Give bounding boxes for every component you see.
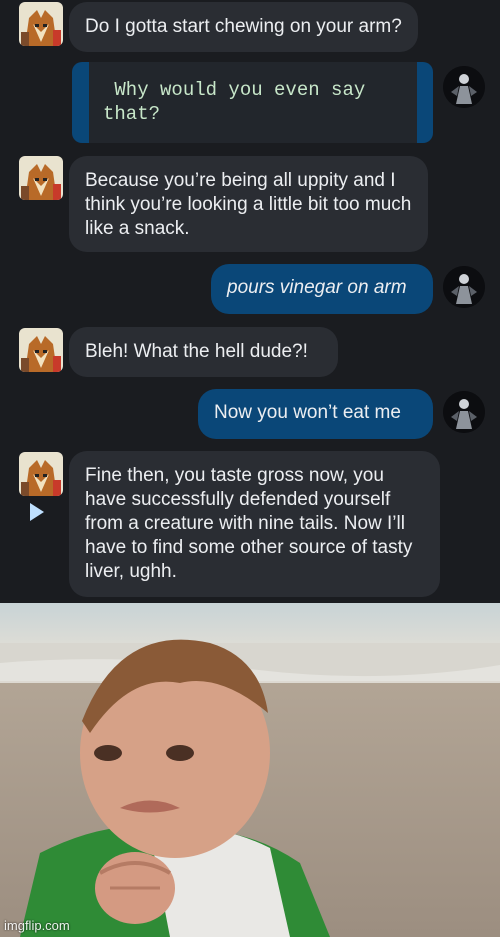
message-bubble[interactable]: pours vinegar on arm [211,264,433,314]
play-icon[interactable] [30,503,44,521]
code-message-bubble[interactable]: Why would you even say that? [72,62,433,143]
message-bubble[interactable]: Because you’re being all uppity and I th… [69,156,428,252]
message-text: Fine then, you taste gross now, you have… [85,465,413,582]
fox-avatar-icon[interactable] [19,328,63,372]
fox-avatar-icon[interactable] [19,2,63,46]
message-text: Because you’re being all uppity and I th… [85,170,412,239]
success-kid-image: imgflip.com [0,603,500,937]
chat-window: Do I gotta start chewing on your arm? Wh… [0,0,500,603]
message-bubble[interactable]: Do I gotta start chewing on your arm? [69,2,418,52]
dark-figure-avatar-icon[interactable] [443,391,485,433]
fox-avatar-icon[interactable] [19,452,63,496]
message-bubble[interactable]: Now you won’t eat me [198,389,433,439]
code-block: Why would you even say that? [89,62,417,143]
dark-figure-avatar-icon[interactable] [443,266,485,308]
message-text: Now you won’t eat me [214,402,401,423]
dark-figure-avatar-icon[interactable] [443,66,485,108]
message-text: Do I gotta start chewing on your arm? [85,16,402,37]
code-text: Why would you even say that? [103,79,366,125]
message-text: pours vinegar on arm [227,277,407,298]
success-kid-illustration [0,603,500,937]
message-bubble[interactable]: Fine then, you taste gross now, you have… [69,451,440,597]
message-bubble[interactable]: Bleh! What the hell dude?! [69,327,338,377]
message-text: Bleh! What the hell dude?! [85,341,308,362]
fox-avatar-icon[interactable] [19,156,63,200]
imgflip-watermark: imgflip.com [4,918,70,933]
